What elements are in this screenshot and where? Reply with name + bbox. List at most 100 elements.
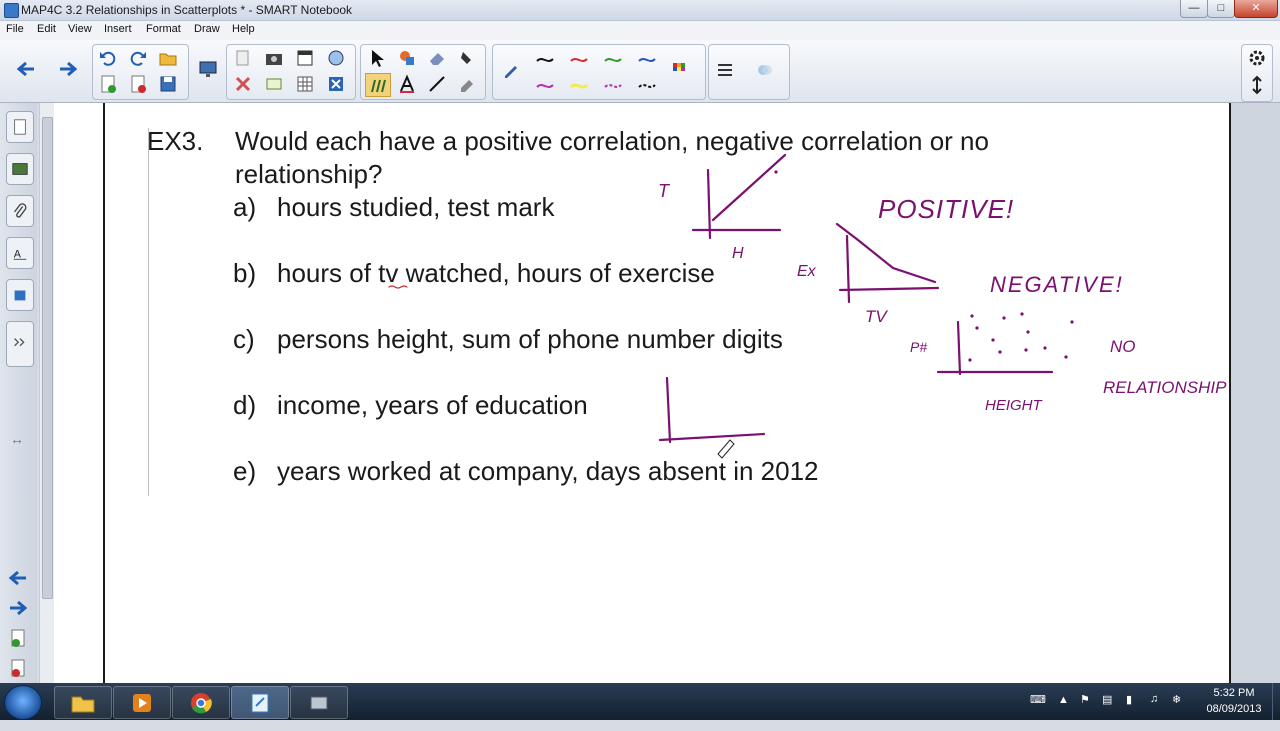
save-button[interactable] [156, 73, 180, 95]
taskbar-chrome[interactable] [172, 686, 230, 719]
text-tool[interactable] [395, 73, 419, 95]
eraser-icon [430, 53, 444, 65]
next-page-button[interactable] [56, 58, 80, 80]
previous-page-button[interactable] [14, 58, 38, 80]
close-button[interactable]: ✕ [1234, 0, 1278, 18]
maximize-button[interactable]: □ [1207, 0, 1235, 18]
table-button[interactable] [293, 73, 317, 95]
taskbar-explorer[interactable] [54, 686, 112, 719]
pen-swatches [536, 58, 685, 89]
screen-capture-button[interactable] [262, 47, 286, 69]
menu-edit[interactable]: Edit [37, 23, 56, 35]
menu-file[interactable]: File [6, 23, 24, 35]
paste-button[interactable] [231, 47, 255, 69]
pen-tool[interactable] [365, 73, 391, 97]
screen-shade-button[interactable] [293, 47, 317, 69]
taskbar-smart-notebook[interactable] [231, 686, 289, 719]
menu-format[interactable]: Format [146, 23, 181, 35]
tray-keyboard-icon[interactable]: ⌨ [1030, 693, 1046, 730]
item-b-letter: b) [233, 258, 257, 288]
properties-tab[interactable]: A [6, 237, 34, 269]
magic-pen-tool[interactable] [455, 73, 479, 95]
item-c-text: persons height, sum of phone number digi… [277, 324, 783, 354]
eraser-pen-icon [461, 80, 473, 92]
item-e-text: years worked at company, days absent in … [277, 456, 819, 486]
delete-page-icon [131, 75, 146, 93]
open-file-button[interactable] [156, 47, 180, 69]
side-delete-page-button[interactable] [6, 657, 30, 679]
start-button[interactable] [4, 685, 42, 720]
eraser-tool[interactable] [425, 47, 449, 69]
item-a-text: hours studied, test mark [277, 192, 555, 222]
notebook-page[interactable] [103, 103, 1231, 683]
screen-shade-icon [297, 50, 313, 66]
save-icon [160, 76, 176, 92]
fill-tool[interactable] [455, 47, 479, 69]
cursor-icon [372, 50, 384, 67]
clock-time[interactable]: 5:32 PM [1200, 687, 1268, 699]
tray-smart-icon[interactable]: ❄ [1172, 693, 1181, 730]
menu-draw[interactable]: Draw [194, 23, 220, 35]
properties-group [708, 44, 790, 100]
globe-icon [328, 50, 344, 66]
select-tool[interactable] [365, 47, 389, 69]
text-a-icon [400, 74, 414, 93]
gallery-tab[interactable] [6, 153, 34, 185]
side-add-page-button[interactable] [6, 627, 30, 649]
delete-page-button[interactable] [126, 73, 150, 95]
line-tool[interactable] [425, 73, 449, 95]
redo-icon [130, 51, 146, 66]
folder-icon [159, 53, 177, 66]
chevron-right-double-icon [14, 338, 25, 347]
settings-button[interactable] [1245, 47, 1269, 69]
display-screen-button[interactable] [196, 58, 220, 80]
tray-flag-icon[interactable]: ⚑ [1080, 693, 1090, 730]
side-next-page-button[interactable] [6, 597, 30, 619]
redo-button[interactable] [126, 47, 150, 69]
addons-tab[interactable] [6, 279, 34, 311]
scrollbar-thumb[interactable] [42, 117, 53, 599]
resize-handle-icon[interactable]: ↔ [10, 431, 24, 447]
x-icon [235, 76, 251, 92]
menu-view[interactable]: View [68, 23, 92, 35]
minimize-button[interactable]: — [1180, 0, 1208, 18]
delete-button[interactable] [231, 73, 255, 95]
canvas-margin [54, 103, 103, 683]
transparency-icon [758, 65, 772, 75]
properties-icon: A [14, 249, 27, 261]
side-previous-page-button[interactable] [6, 567, 30, 589]
add-page-button[interactable] [96, 73, 120, 95]
paste-icon [236, 50, 249, 66]
close-box-button[interactable] [324, 73, 348, 95]
settings-panel [1241, 44, 1273, 102]
insert-group [226, 44, 356, 100]
tray-battery-icon[interactable]: ▮ [1126, 693, 1132, 730]
tray-volume-icon[interactable]: ♫ [1150, 693, 1158, 730]
shapes-tool[interactable] [395, 47, 419, 69]
menu-help[interactable]: Help [232, 23, 255, 35]
page-sorter-tab[interactable] [6, 111, 34, 143]
menu-insert[interactable]: Insert [104, 23, 132, 35]
pen-properties-button[interactable] [499, 59, 523, 81]
window-title: MAP4C 3.2 Relationships in Scatterplots … [21, 3, 353, 17]
taskbar-smart-tools[interactable] [290, 686, 348, 719]
monitor-icon [199, 61, 217, 77]
clock-date[interactable]: 08/09/2013 [1200, 703, 1268, 715]
tray-show-hidden-icon[interactable]: ▲ [1058, 694, 1069, 731]
tray-network-icon[interactable]: ▤ [1102, 693, 1112, 730]
item-d-letter: d) [233, 390, 257, 420]
undo-button[interactable] [96, 47, 120, 69]
gallery-button[interactable] [324, 47, 348, 69]
full-screen-button[interactable] [262, 73, 286, 95]
taskbar-media-player[interactable] [113, 686, 171, 719]
transparency-button[interactable] [753, 59, 777, 81]
notebook-icon [251, 693, 269, 712]
paperclip-icon [14, 203, 27, 218]
attachments-tab[interactable] [6, 195, 34, 227]
expand-tab[interactable] [6, 321, 34, 367]
move-toolbar-button[interactable] [1245, 74, 1269, 96]
vertical-scrollbar[interactable] [39, 103, 54, 683]
line-style-button[interactable] [713, 59, 737, 81]
show-desktop-button[interactable] [1272, 683, 1280, 720]
example-label: EX3. [147, 126, 204, 156]
